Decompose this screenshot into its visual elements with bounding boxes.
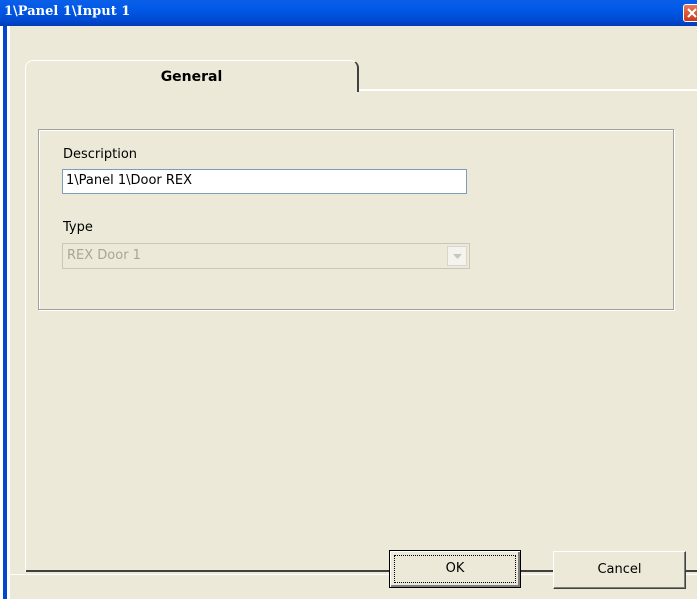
cancel-button[interactable]: Cancel xyxy=(553,551,686,589)
window-frame-left-border xyxy=(3,26,7,599)
type-dropdown-button[interactable] xyxy=(447,246,467,266)
window-title: 1\Panel 1\Input 1 xyxy=(4,4,131,19)
close-icon xyxy=(687,8,697,18)
cancel-button-label: Cancel xyxy=(597,562,642,577)
ok-button[interactable]: OK xyxy=(389,550,521,588)
description-value: 1\Panel 1\Door REX xyxy=(66,173,193,188)
description-label: Description xyxy=(63,147,138,162)
description-input[interactable]: 1\Panel 1\Door REX xyxy=(62,169,467,194)
tab-general[interactable]: General xyxy=(25,60,359,92)
close-button[interactable] xyxy=(683,4,697,22)
ok-button-label: OK xyxy=(445,561,465,576)
tab-general-label: General xyxy=(160,69,223,85)
chevron-down-icon xyxy=(453,254,462,259)
dialog-window: 1\Panel 1\Input 1 General Description 1\… xyxy=(0,0,697,599)
type-select[interactable]: REX Door 1 xyxy=(62,243,470,269)
type-label: Type xyxy=(63,220,93,235)
type-value: REX Door 1 xyxy=(67,248,141,263)
tab-strip-line xyxy=(359,89,697,90)
title-bar[interactable]: 1\Panel 1\Input 1 xyxy=(0,0,697,26)
